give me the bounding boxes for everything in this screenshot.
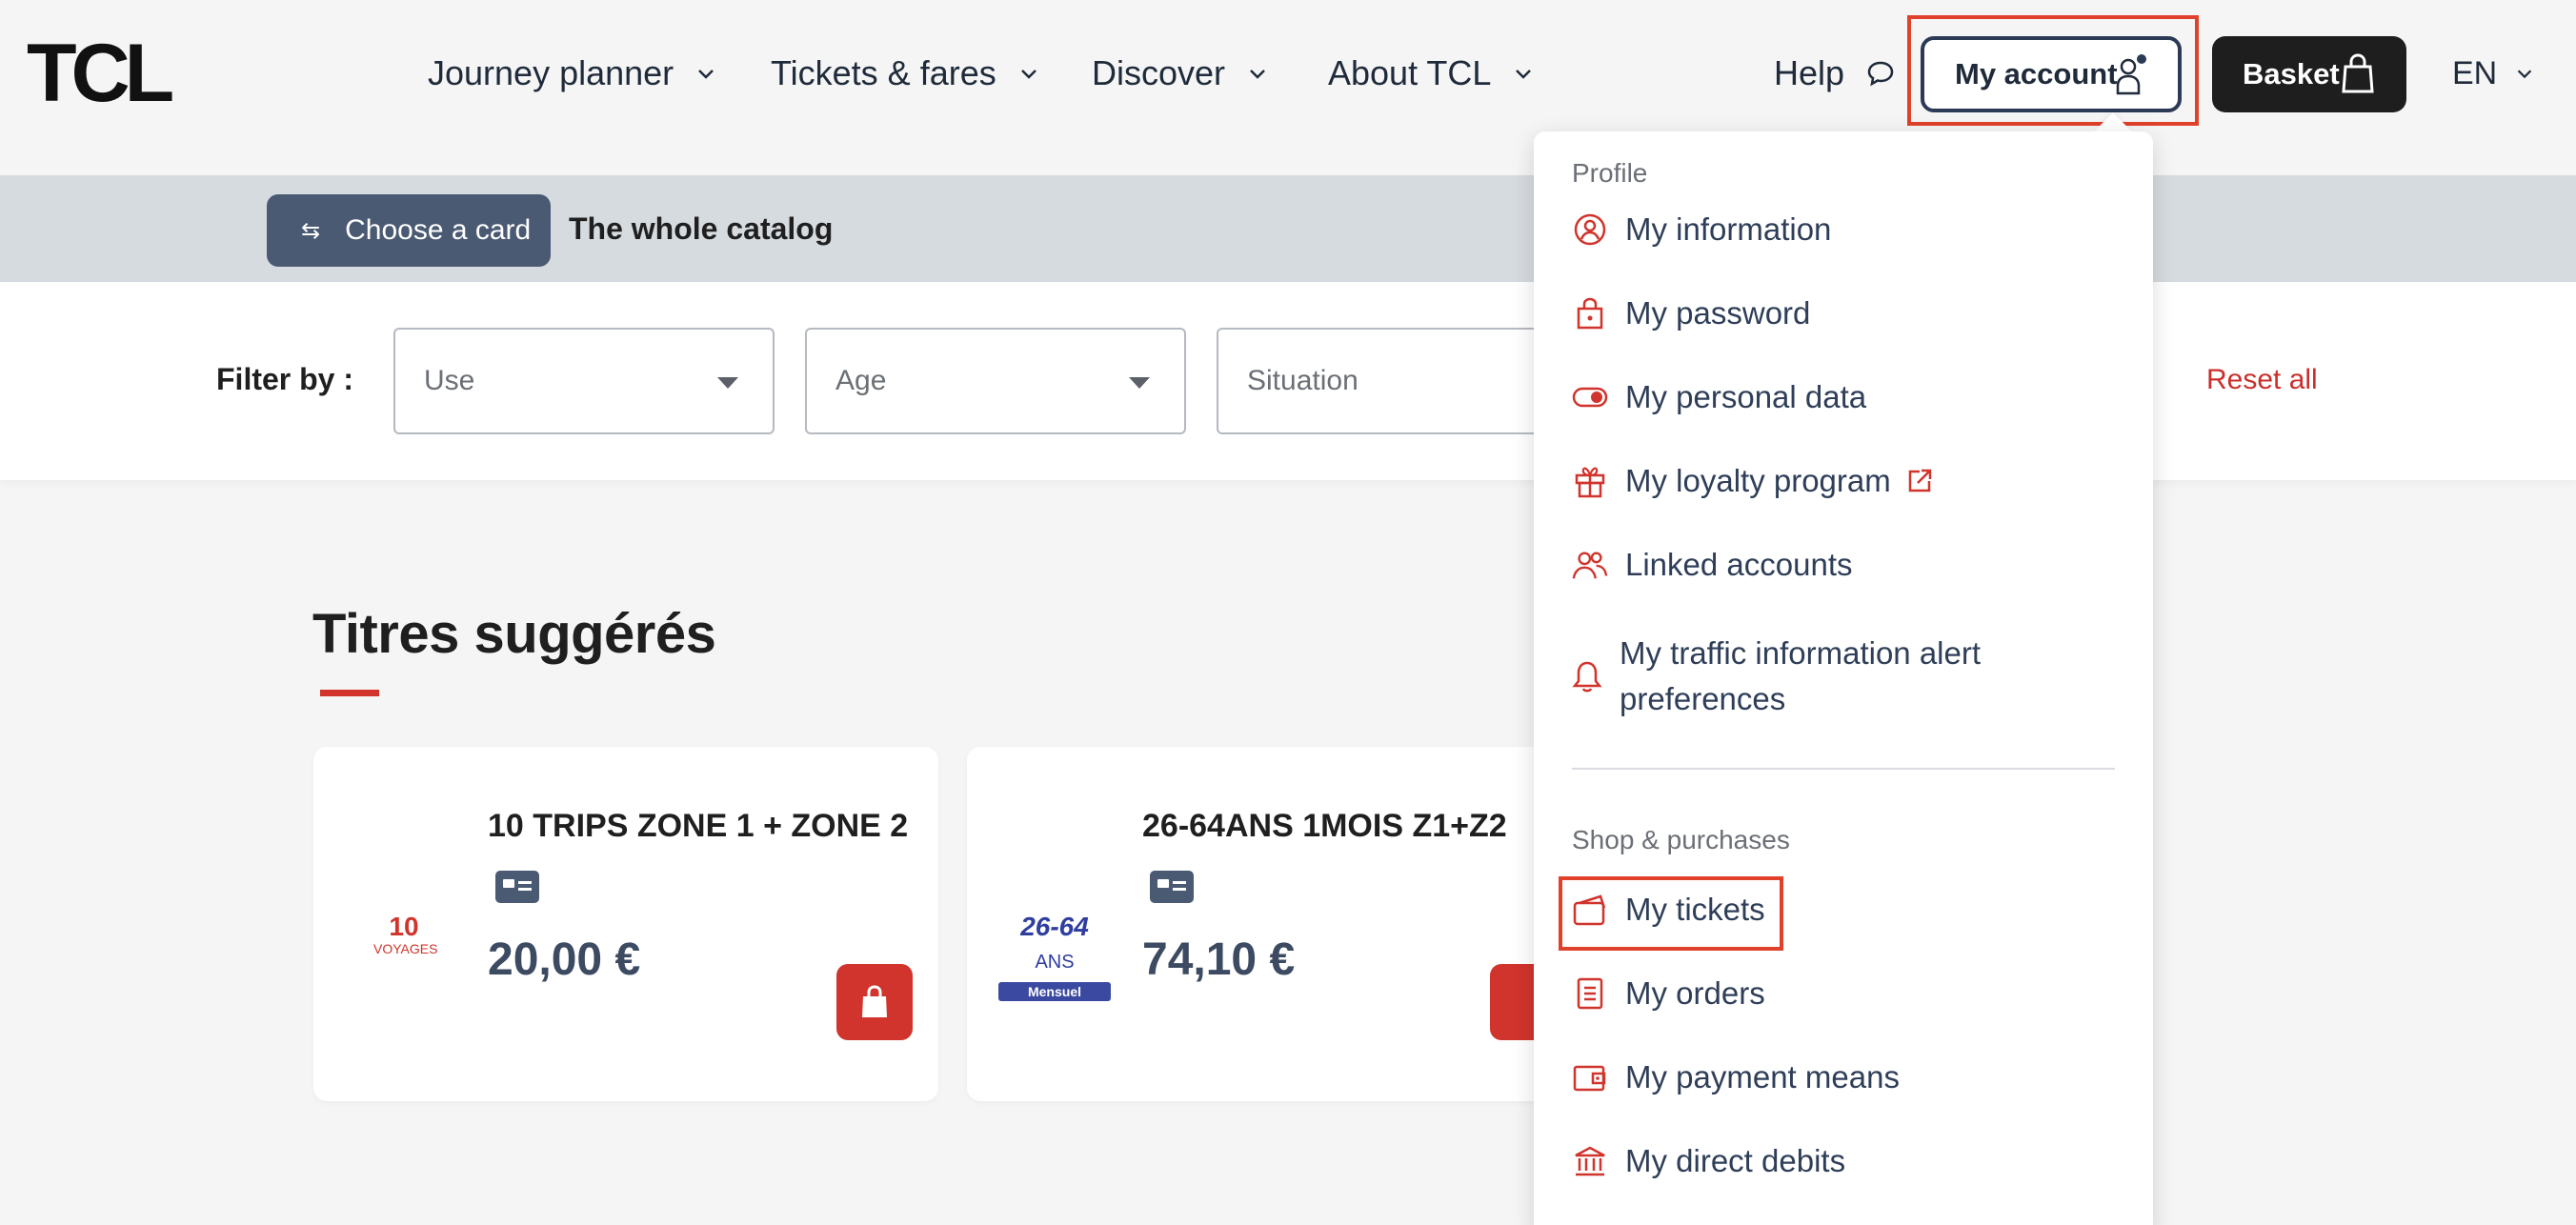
wallet-icon [1573, 1065, 1606, 1092]
external-link-icon [1908, 469, 1931, 492]
chevron-down-icon [2518, 70, 2532, 79]
suggested-title: Titres suggérés [312, 603, 716, 665]
toggle-icon [1572, 387, 1608, 408]
whole-catalog-label: The whole catalog [569, 211, 834, 246]
menu-item-my-password[interactable]: My password [1572, 295, 1810, 331]
age-select[interactable]: Age [805, 328, 1186, 434]
age-placeholder: Age [835, 365, 887, 396]
nav-label: About TCL [1328, 53, 1492, 92]
basket-label: Basket [2243, 57, 2340, 90]
dropdown-arrow-icon [1129, 377, 1150, 389]
bell-icon [1572, 661, 1602, 693]
age-26-64-logo: 26-64 ANS Mensuel [998, 911, 1111, 1001]
menu-item-label: My password [1625, 295, 1811, 331]
menu-item-traffic-alert-preferences[interactable]: My traffic information alert preferences [1572, 631, 2020, 722]
menu-item-my-payment-means[interactable]: My payment means [1572, 1059, 1900, 1095]
dropdown-arrow-icon [717, 377, 738, 389]
menu-item-label: My payment means [1625, 1059, 1900, 1094]
basket-button[interactable]: Basket [2212, 36, 2406, 112]
menu-item-label: My orders [1625, 975, 1765, 1011]
lock-icon [1577, 297, 1603, 330]
title-underline [320, 690, 379, 696]
choose-card-button[interactable]: ⇆ Choose a card [267, 194, 551, 267]
document-icon [1577, 977, 1603, 1010]
filter-by-label: Filter by : [216, 362, 354, 396]
menu-item-label: My tickets [1625, 892, 1765, 927]
profile-heading: Profile [1572, 158, 1648, 188]
my-account-button[interactable]: My account [1921, 36, 2182, 112]
nav-journey-planner[interactable]: Journey planner [428, 50, 717, 97]
menu-item-label: My direct debits [1625, 1143, 1846, 1178]
help-label: Help [1774, 53, 1845, 92]
menu-item-linked-accounts[interactable]: Linked accounts [1572, 547, 1853, 583]
product-title: 10 TRIPS ZONE 1 + ZONE 2 [488, 808, 909, 844]
chevron-down-icon [1250, 70, 1265, 79]
gift-icon [1575, 467, 1605, 498]
nav-label: Journey planner [428, 53, 674, 92]
shopping-bag-icon [2342, 53, 2374, 93]
use-select[interactable]: Use [393, 328, 775, 434]
menu-item-label: My traffic information alert preferences [1620, 635, 1982, 716]
ten-trips-logo: 10 VOYAGES [373, 912, 438, 957]
language-label: EN [2452, 54, 2498, 91]
add-to-basket-button[interactable] [836, 964, 913, 1040]
product-title: 26-64ANS 1MOIS Z1+Z2 [1142, 808, 1507, 844]
tcl-logo[interactable]: TCL [27, 38, 208, 107]
nav-about-tcl[interactable]: About TCL [1328, 50, 1535, 97]
help-link[interactable]: Help [1774, 50, 1896, 97]
menu-divider [1572, 768, 2115, 770]
logo-pill: Mensuel [998, 982, 1111, 1001]
situation-placeholder: Situation [1247, 365, 1358, 396]
choose-card-label: Choose a card [345, 214, 532, 246]
nav-tickets-fares[interactable]: Tickets & fares [771, 50, 1040, 97]
use-placeholder: Use [424, 365, 475, 396]
svg-text:TCL: TCL [27, 38, 172, 107]
logo-suffix: ANS [1035, 952, 1075, 973]
logo-number: 10 [389, 912, 419, 941]
shop-heading: Shop & purchases [1572, 825, 1790, 854]
bank-icon [1575, 1146, 1605, 1176]
chevron-down-icon [1516, 70, 1532, 79]
users-icon [1572, 552, 1608, 579]
product-price: 20,00 € [488, 934, 641, 985]
menu-item-my-information[interactable]: My information [1572, 211, 1831, 248]
nav-label: Tickets & fares [771, 53, 996, 92]
card-type-icon [495, 871, 539, 903]
menu-item-my-loyalty-program[interactable]: My loyalty program [1572, 463, 1933, 499]
menu-item-label: Linked accounts [1625, 547, 1853, 582]
user-icon [2116, 54, 2146, 95]
menu-item-my-tickets[interactable]: My tickets [1572, 892, 1765, 928]
language-selector[interactable]: EN [2452, 50, 2535, 97]
logo-number: 26-64 [1020, 912, 1089, 941]
chevron-down-icon [698, 70, 714, 79]
menu-item-my-orders[interactable]: My orders [1572, 975, 1765, 1012]
nav-label: Discover [1092, 53, 1226, 92]
nav-discover[interactable]: Discover [1092, 50, 1269, 97]
chat-bubble-icon [1867, 61, 1894, 87]
menu-item-my-direct-debits[interactable]: My direct debits [1572, 1143, 1845, 1179]
menu-item-my-personal-data[interactable]: My personal data [1572, 379, 1866, 415]
chevron-down-icon [1020, 70, 1036, 79]
swap-arrows-icon: ⇆ [301, 217, 321, 244]
product-price: 74,10 € [1142, 934, 1296, 985]
logo-caption: VOYAGES [373, 941, 438, 956]
account-label: My account [1955, 57, 2118, 90]
shopping-bag-icon [862, 985, 887, 1017]
menu-item-label: My information [1625, 211, 1832, 247]
menu-item-label: My loyalty program [1625, 463, 1891, 498]
reset-all-link[interactable]: Reset all [2206, 364, 2318, 396]
ticket-icon [1573, 894, 1606, 926]
user-circle-icon [1574, 213, 1606, 246]
menu-item-label: My personal data [1625, 379, 1867, 414]
card-type-icon [1150, 871, 1194, 903]
